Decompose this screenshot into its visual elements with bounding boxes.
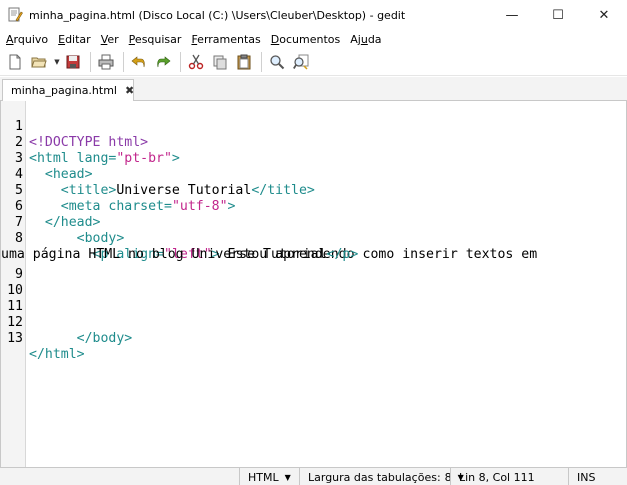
gedit-app-icon: [7, 7, 23, 23]
language-label: HTML: [248, 470, 279, 484]
toolbar-separator: [180, 52, 181, 72]
find-replace-icon: [293, 54, 309, 70]
save-button[interactable]: [62, 51, 84, 73]
menu-ferramentas[interactable]: Ferramentas: [191, 33, 260, 46]
toolbar: ▼: [0, 49, 627, 76]
toolbar-separator: [123, 52, 124, 72]
print-icon: [98, 54, 114, 70]
code-line: 4 <title>Universe Tutorial</title>: [1, 151, 626, 198]
toolbar-separator: [261, 52, 262, 72]
print-button[interactable]: [95, 51, 117, 73]
code-line-wrapped: uma página HTML no blog Universe Tutoria…: [1, 247, 359, 262]
toolbar-separator: [90, 52, 91, 72]
code-line: 9: [1, 251, 626, 282]
copy-icon: [213, 55, 227, 70]
maximize-icon: ☐: [552, 7, 564, 23]
menu-ver[interactable]: Ver: [101, 33, 119, 46]
menu-bar: Arquivo Editar Ver Pesquisar Ferramentas…: [0, 30, 627, 49]
close-window-button[interactable]: ✕: [581, 0, 627, 30]
redo-button[interactable]: [152, 51, 174, 73]
tab-minha-pagina[interactable]: minha_pagina.html ✖: [2, 79, 134, 101]
chevron-down-icon: ▼: [54, 58, 60, 66]
undo-icon: [131, 56, 145, 68]
window-title: minha_pagina.html (Disco Local (C:) \Use…: [29, 8, 406, 22]
document-tab-bar: minha_pagina.html ✖: [0, 77, 627, 101]
scissors-icon: [188, 54, 204, 70]
cut-button[interactable]: [185, 51, 207, 73]
cursor-position: Lin 8, Col 111: [450, 468, 568, 485]
close-icon: ✕: [598, 7, 610, 23]
minimize-icon: —: [505, 7, 519, 23]
search-icon: [270, 55, 285, 70]
line-number: 13: [7, 331, 23, 346]
code-line: 8 <p align="left"> Estou aprendendo como…: [1, 215, 626, 262]
maximize-button[interactable]: ☐: [535, 0, 581, 30]
save-icon: [66, 55, 80, 69]
status-bar: HTML ▼ Largura das tabulações: 8 ▼ Lin 8…: [0, 467, 627, 485]
replace-button[interactable]: [290, 51, 312, 73]
copy-button[interactable]: [209, 51, 231, 73]
menu-editar[interactable]: Editar: [58, 33, 91, 46]
code-line: 12 </body>: [1, 299, 626, 346]
tab-close-icon[interactable]: ✖: [125, 84, 134, 97]
code-line: 3 <head>: [1, 135, 626, 182]
open-button[interactable]: [28, 51, 50, 73]
chevron-down-icon: ▼: [284, 472, 291, 482]
code-line: 2 <html lang="pt-br">: [1, 119, 626, 166]
tab-width-label: Largura das tabulações:: [308, 470, 441, 484]
minimize-button[interactable]: —: [489, 0, 535, 30]
code-line: 7 <body>: [1, 199, 626, 246]
new-document-icon: [9, 54, 21, 70]
undo-button[interactable]: [128, 51, 150, 73]
menu-ajuda[interactable]: Ajuda: [350, 33, 381, 46]
code-line: 1 <!DOCTYPE html>: [1, 103, 626, 150]
menu-arquivo[interactable]: Arquivo: [6, 33, 48, 46]
code-line: 5 <meta charset="utf-8">: [1, 167, 626, 214]
new-document-button[interactable]: [4, 51, 26, 73]
code-line: 6 </head>: [1, 183, 626, 230]
text-editor[interactable]: 1 <!DOCTYPE html> 2 <html lang="pt-br"> …: [0, 101, 627, 467]
menu-documentos[interactable]: Documentos: [271, 33, 340, 46]
code-line: 13 </html>: [1, 315, 626, 362]
insert-mode: INS: [568, 468, 627, 485]
redo-icon: [157, 56, 171, 68]
code-line: 10: [1, 267, 626, 298]
tab-label: minha_pagina.html: [11, 84, 117, 97]
open-dropdown-button[interactable]: ▼: [52, 51, 62, 73]
language-selector[interactable]: HTML ▼: [239, 468, 299, 485]
code-line: 11: [1, 283, 626, 314]
open-folder-icon: [31, 57, 47, 68]
paste-button[interactable]: [233, 51, 255, 73]
paste-icon: [237, 54, 251, 70]
title-bar: minha_pagina.html (Disco Local (C:) \Use…: [0, 0, 627, 30]
find-button[interactable]: [266, 51, 288, 73]
tab-width-selector[interactable]: Largura das tabulações: 8 ▼: [299, 468, 464, 485]
menu-pesquisar[interactable]: Pesquisar: [129, 33, 182, 46]
